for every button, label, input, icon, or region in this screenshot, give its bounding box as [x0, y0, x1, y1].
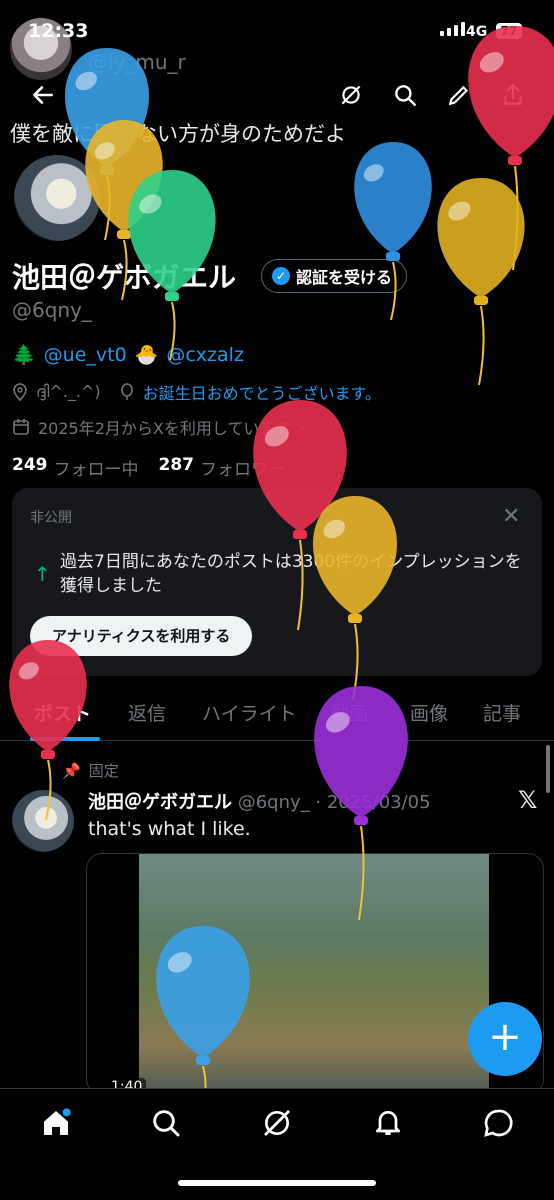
signal-icon	[440, 22, 465, 36]
tab-posts[interactable]: ポスト	[34, 699, 91, 726]
location-text: ദ്ദി^._.^)	[36, 382, 101, 401]
post-header: 池田＠ゲボガエル @6qny_ · 2025/03/05	[88, 788, 431, 814]
video-frame	[139, 854, 489, 1094]
search-icon[interactable]	[392, 82, 418, 108]
tab-images[interactable]: 画像	[410, 699, 448, 726]
private-title: 非公開	[30, 510, 72, 526]
display-name: 池田＠ゲボガエル	[12, 261, 237, 294]
balloon-icon	[120, 383, 133, 400]
balloon	[437, 178, 525, 386]
profile-avatar[interactable]	[12, 153, 102, 243]
scrollbar[interactable]	[546, 745, 550, 793]
private-analytics-card: 非公開 ✕ ↑ 過去7日間にあなたのポストは3300件のインプレッションを獲得し…	[12, 488, 542, 676]
explore-icon[interactable]	[150, 1107, 182, 1139]
username: @6qny_	[12, 298, 92, 322]
following-label[interactable]: フォロー中	[54, 455, 139, 480]
back-arrow-icon[interactable]	[30, 82, 56, 108]
x-logo-icon: 𝕏	[518, 786, 538, 814]
tab-videos[interactable]: 動画	[330, 699, 368, 726]
arrow-up-icon: ↑	[34, 562, 51, 586]
pinned-indicator: 📌 固定	[62, 760, 119, 781]
tree-emoji: 🌲	[12, 344, 36, 366]
birthday-text: お誕生日おめでとうございます。	[142, 384, 381, 403]
impressions-text: 過去7日間にあなたのポストは3300件のインプレッションを獲得しました	[60, 552, 522, 596]
status-time: 12:33	[28, 20, 89, 42]
verified-check-icon: ✓	[272, 267, 290, 285]
compose-button[interactable]: +	[468, 1002, 542, 1076]
joined-text: 2025年2月からXを利用しています	[38, 419, 292, 438]
tab-replies[interactable]: 返信	[128, 699, 166, 726]
profile-bio: 僕を敵に回さない方が身のためだよ	[10, 122, 346, 146]
tab-articles[interactable]: 記事	[483, 699, 521, 726]
get-verified-label: 認証を受ける	[296, 268, 393, 287]
follow-stats: 249 フォロー中 287 フォロワー	[12, 455, 285, 480]
post-avatar[interactable]	[12, 790, 74, 852]
active-tab-indicator	[30, 737, 100, 741]
network-label: 4G	[466, 24, 488, 40]
grok-nav-icon[interactable]	[261, 1107, 293, 1139]
home-indicator	[178, 1180, 376, 1186]
followers-label[interactable]: フォロワー	[200, 455, 285, 480]
share-icon[interactable]	[500, 82, 526, 108]
profile-meta: ദ്ദി^._.^) お誕生日おめでとうございます。	[12, 380, 381, 404]
chick-emoji: 🐣	[134, 344, 159, 366]
notifications-icon[interactable]	[372, 1107, 404, 1139]
edit-icon[interactable]	[446, 82, 472, 108]
post-handle-date: @6qny_ · 2025/03/05	[237, 792, 431, 813]
chevron-right-icon: ›	[299, 417, 306, 437]
analytics-button[interactable]: アナリティクスを利用する	[30, 616, 253, 656]
post-author[interactable]: 池田＠ゲボガエル	[88, 792, 232, 813]
profile-links: 🌲 @ue_vt0 🐣 @cxzalz	[12, 343, 244, 367]
profile-tabs: ポスト 返信 ハイライト 動画 画像 記事	[0, 688, 554, 741]
battery-icon: 77	[496, 23, 522, 39]
mention-link-2[interactable]: @cxzalz	[166, 344, 244, 366]
followers-count[interactable]: 287	[159, 455, 195, 480]
tab-highlights[interactable]: ハイライト	[202, 699, 297, 726]
location-icon	[13, 383, 27, 401]
mention-link-1[interactable]: @ue_vt0	[44, 344, 127, 366]
following-count[interactable]: 249	[12, 455, 48, 480]
home-icon[interactable]	[40, 1107, 72, 1139]
calendar-icon	[13, 419, 29, 435]
balloon	[468, 26, 554, 271]
get-verified-button[interactable]: ✓ 認証を受ける	[261, 259, 408, 293]
top-handle: @ly_mu_r	[88, 50, 186, 74]
post-text: that's what I like.	[88, 818, 251, 840]
balloon	[354, 142, 432, 321]
pin-icon: 📌	[62, 761, 81, 780]
close-icon[interactable]: ✕	[502, 504, 520, 529]
pinned-label: 固定	[88, 762, 119, 780]
messages-icon[interactable]	[482, 1107, 514, 1139]
joined-row: 2025年2月からXを利用しています ›	[12, 415, 306, 439]
grok-icon[interactable]	[338, 82, 364, 108]
